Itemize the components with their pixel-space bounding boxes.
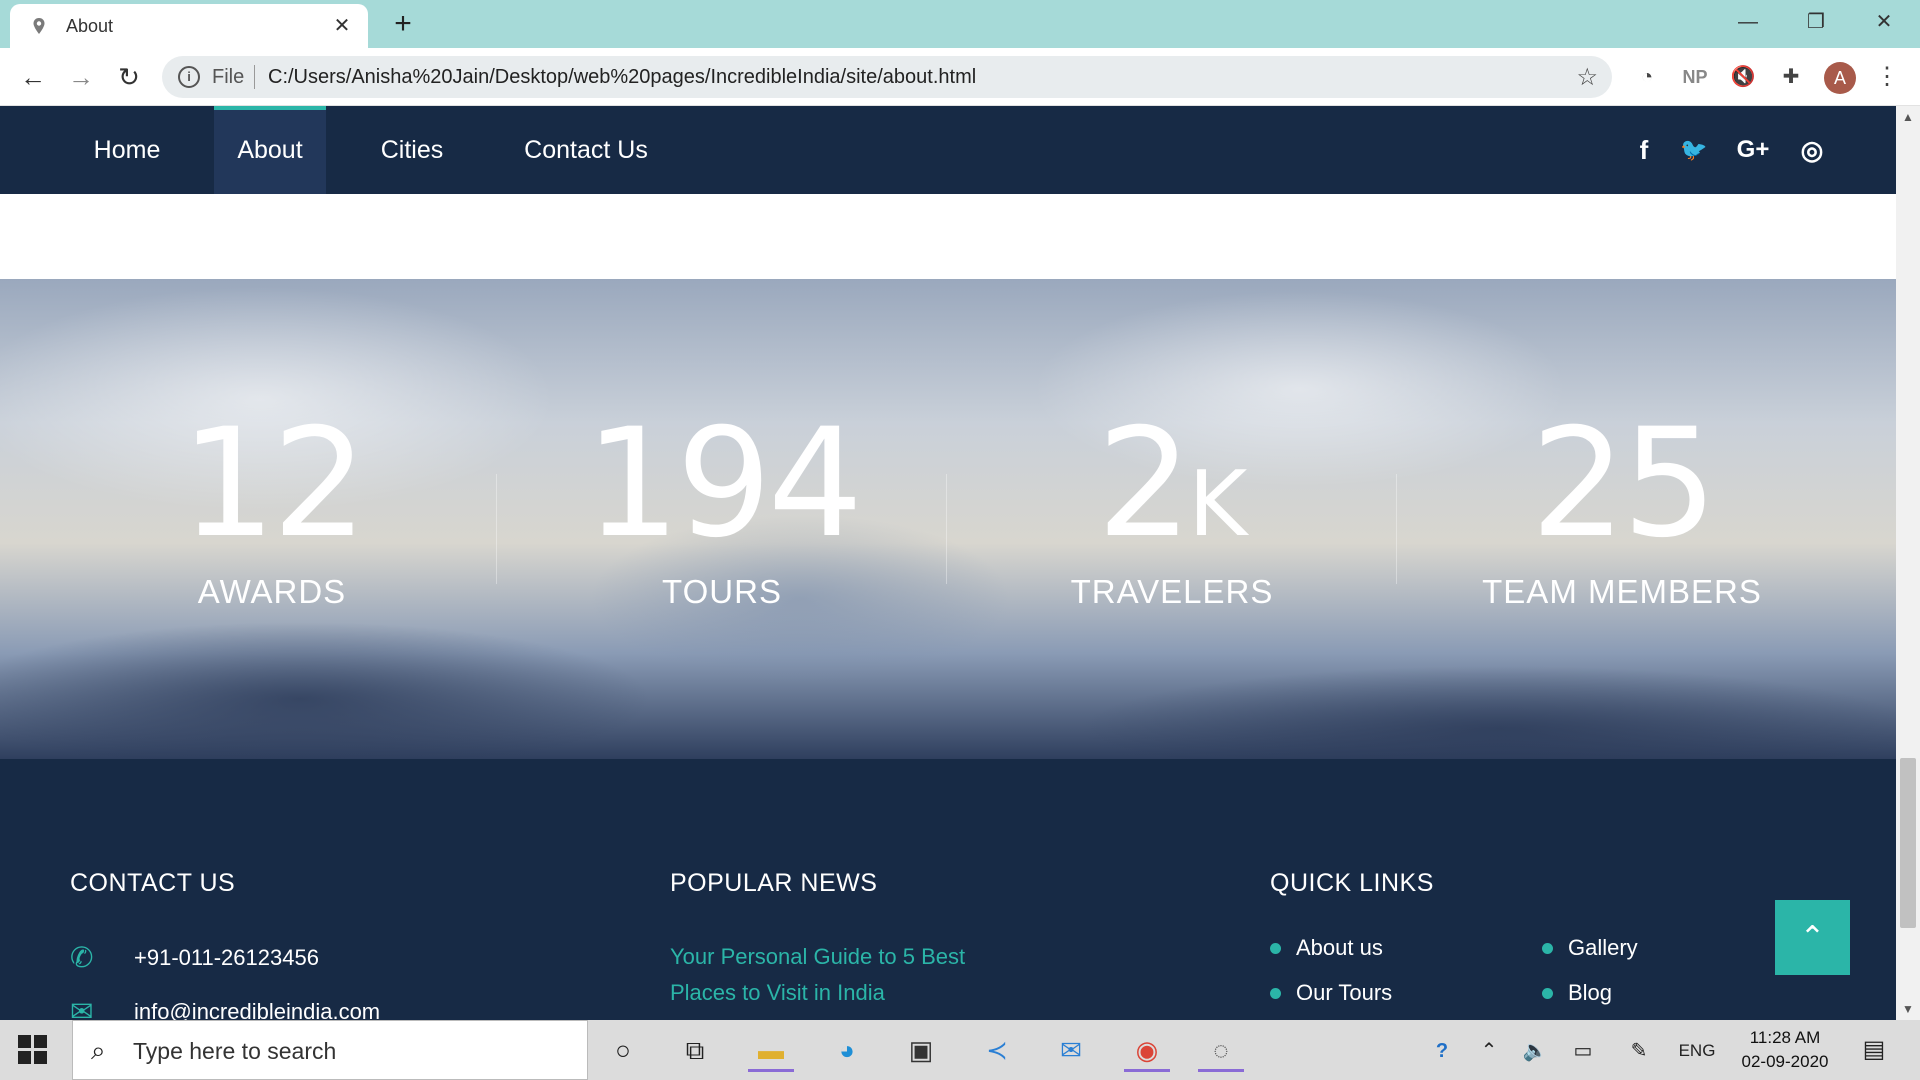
nav-cities[interactable]: Cities (356, 106, 468, 194)
pen-icon[interactable]: ✎ (1624, 1036, 1654, 1066)
info-icon[interactable]: i (178, 66, 200, 88)
minimize-button[interactable]: — (1728, 6, 1768, 38)
browser-tab-strip: About ✕ + — ❐ ✕ (0, 0, 1920, 48)
footer-quick-links-heading: QUICK LINKS (1270, 869, 1434, 897)
search-placeholder: Type here to search (133, 1038, 337, 1064)
new-tab-button[interactable]: + (388, 9, 418, 40)
browser-toolbar: ← → ↻ i File C:/Users/Anisha%20Jain/Desk… (0, 48, 1920, 106)
stat-value: 194 (584, 397, 863, 571)
store-icon[interactable]: ▣ (898, 1028, 944, 1072)
footer-news-heading: POPULAR NEWS (670, 869, 878, 897)
quick-link-label[interactable]: Blog (1568, 980, 1612, 1006)
tab-title: About (66, 16, 114, 36)
mail-icon[interactable]: ✉ (1048, 1028, 1094, 1072)
help-icon[interactable]: ? (1424, 1036, 1460, 1066)
page-scrollbar[interactable]: ▲ ▼ (1896, 106, 1920, 1020)
file-explorer-icon[interactable]: ▬ (748, 1028, 794, 1072)
phone-number[interactable]: +91-011-26123456 (134, 945, 319, 971)
stat-tours: 194 TOURS (502, 397, 942, 610)
quick-link-label[interactable]: Our Tours (1296, 980, 1392, 1006)
url-scheme: File (212, 66, 245, 88)
forward-button[interactable]: → (64, 60, 98, 94)
stat-divider (496, 474, 497, 584)
nav-about[interactable]: About (214, 106, 326, 194)
show-hidden-icons-icon[interactable]: ⌃ (1474, 1036, 1504, 1066)
scrollbar-thumb[interactable] (1900, 758, 1916, 928)
page-viewport: Home About Cities Contact Us f 🐦 G+ ◎ 12… (0, 106, 1896, 1020)
reload-button[interactable]: ↻ (112, 60, 146, 94)
mute-icon[interactable]: 🔇 (1728, 62, 1758, 92)
stat-value: 12 (180, 397, 368, 571)
instagram-icon[interactable]: ◎ (1794, 132, 1830, 168)
edge-icon[interactable]: ◕ (824, 1028, 870, 1072)
site-navbar: Home About Cities Contact Us f 🐦 G+ ◎ (0, 106, 1896, 194)
footer-contact-heading: CONTACT US (70, 869, 236, 897)
browser-tab-about[interactable]: About ✕ (10, 4, 368, 48)
stat-label: AWARDS (197, 573, 347, 610)
restore-button[interactable]: ❐ (1796, 6, 1836, 38)
email-address[interactable]: info@incredibleindia.com (134, 999, 380, 1020)
taskbar-clock[interactable]: 11:28 AM 02-09-2020 (1735, 1026, 1835, 1074)
windows-taskbar: ⌕ Type here to search ○ ⧉ ▬ ◕ ▣ ≺ ✉ ◉ ◌ … (0, 1020, 1920, 1080)
site-footer: CONTACT US ✆ +91-011-26123456 ✉ info@inc… (0, 759, 1896, 1020)
bullet-dot (1270, 988, 1281, 999)
back-to-top-button[interactable]: ⌃ (1775, 900, 1850, 975)
location-pin-icon (33, 18, 45, 34)
scroll-up-arrow-icon[interactable]: ▲ (1896, 110, 1920, 124)
url-text[interactable]: C:/Users/Anisha%20Jain/Desktop/web%20pag… (268, 66, 976, 89)
envelope-icon: ✉ (70, 996, 94, 1021)
profile-avatar[interactable]: A (1824, 62, 1856, 94)
tab-close-icon[interactable]: ✕ (330, 14, 354, 38)
chrome-icon[interactable]: ◉ (1124, 1028, 1170, 1072)
nav-home[interactable]: Home (70, 106, 184, 194)
vscode-icon[interactable]: ≺ (974, 1028, 1020, 1072)
clock-date: 02-09-2020 (1741, 1052, 1829, 1071)
stats-banner: 12 AWARDS 194 TOURS 2K TRAVELERS 25 TEAM… (0, 279, 1896, 759)
browser-menu-icon[interactable]: ⋮ (1872, 62, 1902, 92)
address-bar[interactable]: i File C:/Users/Anisha%20Jain/Desktop/we… (162, 56, 1612, 98)
battery-icon[interactable]: ▭ (1568, 1036, 1598, 1066)
phone-icon: ✆ (70, 942, 94, 973)
nav-contact-us[interactable]: Contact Us (498, 106, 674, 194)
scroll-down-arrow-icon[interactable]: ▼ (1896, 1002, 1920, 1016)
notification-center-icon[interactable]: ▤ (1857, 1034, 1891, 1066)
stat-label: TOURS (662, 573, 782, 610)
url-divider (254, 65, 255, 89)
google-plus-icon[interactable]: G+ (1730, 132, 1776, 168)
taskbar-search-box[interactable]: ⌕ Type here to search (72, 1020, 588, 1080)
stat-label: TRAVELERS (1070, 573, 1274, 610)
back-button[interactable]: ← (16, 60, 50, 94)
bullet-dot (1542, 943, 1553, 954)
bullet-dot (1542, 988, 1553, 999)
windows-start-icon[interactable] (18, 1035, 48, 1065)
cortana-icon[interactable]: ○ (600, 1028, 646, 1072)
speedometer-icon[interactable]: ◔ (1632, 62, 1662, 92)
quick-link-label[interactable]: Gallery (1568, 935, 1638, 961)
language-indicator[interactable]: ENG (1672, 1036, 1722, 1066)
task-view-icon[interactable]: ⧉ (672, 1028, 718, 1072)
stat-divider (1396, 474, 1397, 584)
stat-value: 2K (1096, 397, 1248, 571)
stat-divider (946, 474, 947, 584)
puzzle-icon[interactable]: ✚ (1776, 62, 1806, 92)
stat-value: 25 (1530, 397, 1718, 571)
news-link[interactable]: Your Personal Guide to 5 Best Places to … (670, 939, 990, 1011)
twitter-icon[interactable]: 🐦 (1676, 132, 1712, 168)
bullet-dot (1270, 943, 1281, 954)
quick-link-label[interactable]: About us (1296, 935, 1383, 961)
volume-icon[interactable]: 🔈 (1520, 1036, 1550, 1066)
search-icon: ⌕ (91, 1035, 106, 1065)
bookmark-star-icon[interactable]: ☆ (1576, 63, 1598, 92)
np-extension-icon[interactable]: NP (1680, 62, 1710, 92)
clock-time: 11:28 AM (1749, 1028, 1821, 1047)
close-window-button[interactable]: ✕ (1864, 6, 1904, 38)
stat-label: TEAM MEMBERS (1482, 573, 1762, 610)
stat-team-members: 25 TEAM MEMBERS (1402, 397, 1842, 610)
facebook-icon[interactable]: f (1626, 132, 1662, 168)
stat-travelers: 2K TRAVELERS (952, 397, 1392, 610)
stat-awards: 12 AWARDS (52, 397, 492, 610)
recording-app-icon[interactable]: ◌ (1198, 1028, 1244, 1072)
